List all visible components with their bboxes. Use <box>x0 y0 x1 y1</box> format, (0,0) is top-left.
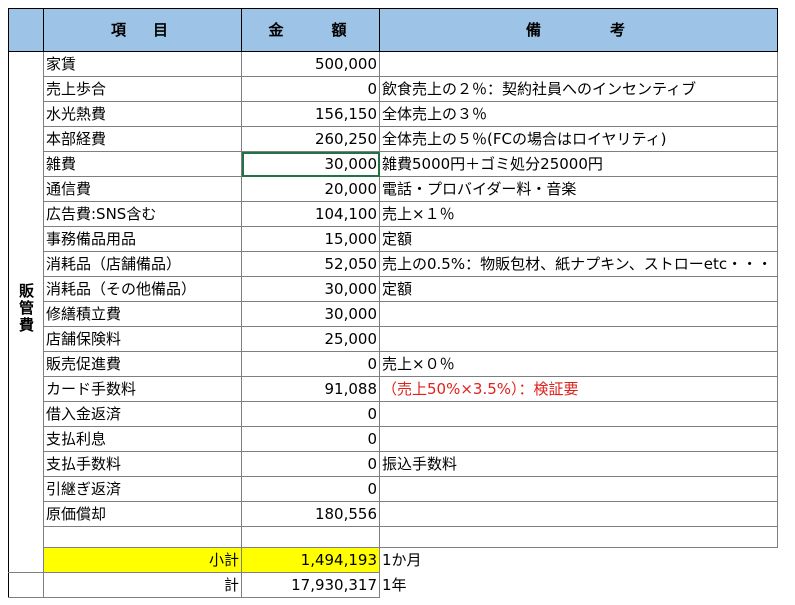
subtotal-row: 小計 1,494,193 1か月 <box>9 547 778 573</box>
item-cell[interactable]: 事務備品用品 <box>43 226 242 252</box>
table-row: 原価償却 180,556 <box>9 501 778 527</box>
subtotal-amount[interactable]: 1,494,193 <box>241 547 380 573</box>
note-cell[interactable] <box>379 476 778 502</box>
empty-row <box>9 526 778 548</box>
header-row: 項 目 金 額 備 考 <box>8 8 778 52</box>
table-row: 消耗品（店舗備品） 52,050 売上の0.5%：物販包材、紙ナプキン、ストロー… <box>9 251 778 277</box>
item-cell[interactable]: 引継ぎ返済 <box>43 476 242 502</box>
amount-cell[interactable]: 52,050 <box>241 251 380 277</box>
amount-cell[interactable]: 30,000 <box>241 276 380 302</box>
total-row: 計 17,930,317 1年 <box>8 572 778 598</box>
item-cell[interactable]: 本部経費 <box>43 126 242 152</box>
note-cell[interactable]: 定額 <box>379 226 778 252</box>
amount-cell[interactable]: 104,100 <box>241 201 380 227</box>
item-cell[interactable]: 水光熱費 <box>43 101 242 127</box>
table-row: 引継ぎ返済 0 <box>9 476 778 502</box>
item-cell[interactable]: 通信費 <box>43 176 242 202</box>
item-cell[interactable]: 広告費:SNS含む <box>43 201 242 227</box>
amount-cell[interactable]: 156,150 <box>241 101 380 127</box>
spreadsheet: 項 目 金 額 備 考 販管費 家賃 500,000 売上歩合 0 飲食売上の２… <box>8 8 778 598</box>
item-cell[interactable]: 販売促進費 <box>43 351 242 377</box>
header-cat-cell[interactable] <box>8 8 44 52</box>
item-cell[interactable]: 原価償却 <box>43 501 242 527</box>
table-row: 事務備品用品 15,000 定額 <box>9 226 778 252</box>
table-row: 消耗品（その他備品） 30,000 定額 <box>9 276 778 302</box>
note-cell[interactable]: 雑費5000円＋ゴミ処分25000円 <box>379 151 778 177</box>
note-cell[interactable]: 売上×１％ <box>379 201 778 227</box>
subtotal-label[interactable]: 小計 <box>43 547 242 573</box>
expense-table: 項 目 金 額 備 考 販管費 家賃 500,000 売上歩合 0 飲食売上の２… <box>8 8 778 598</box>
table-row: 販管費 家賃 500,000 <box>8 51 778 573</box>
table-row: 支払利息 0 <box>9 426 778 452</box>
amount-cell[interactable]: 0 <box>241 351 380 377</box>
amount-cell-empty[interactable] <box>241 526 380 548</box>
amount-cell[interactable]: 15,000 <box>241 226 380 252</box>
item-cell[interactable]: カード手数料 <box>43 376 242 402</box>
amount-cell[interactable]: 0 <box>241 476 380 502</box>
note-cell[interactable] <box>379 51 778 77</box>
amount-cell[interactable]: 180,556 <box>241 501 380 527</box>
header-item[interactable]: 項 目 <box>43 8 242 52</box>
total-note[interactable]: 1年 <box>380 573 778 598</box>
header-note[interactable]: 備 考 <box>379 8 778 52</box>
note-cell[interactable]: 全体売上の３％ <box>379 101 778 127</box>
amount-cell[interactable]: 25,000 <box>241 326 380 352</box>
total-cat-cell[interactable] <box>8 572 44 598</box>
amount-cell[interactable]: 0 <box>241 426 380 452</box>
table-row: 雑費 30,000 雑費5000円＋ゴミ処分25000円 <box>9 151 778 177</box>
note-cell[interactable]: 定額 <box>379 276 778 302</box>
note-cell[interactable]: 全体売上の５％(FCの場合はロイヤリティ) <box>379 126 778 152</box>
amount-cell[interactable]: 20,000 <box>241 176 380 202</box>
header-amount[interactable]: 金 額 <box>241 8 380 52</box>
note-cell-empty[interactable] <box>379 526 778 548</box>
amount-cell[interactable]: 0 <box>241 76 380 102</box>
item-cell[interactable]: 店舗保険料 <box>43 326 242 352</box>
table-row: 通信費 20,000 電話・プロバイダー料・音楽 <box>9 176 778 202</box>
table-body: 販管費 家賃 500,000 売上歩合 0 飲食売上の２％：契約社員へのインセン… <box>8 51 778 598</box>
table-row: カード手数料 91,088 （売上50%×3.5%）：検証要 <box>9 376 778 402</box>
amount-cell[interactable]: 500,000 <box>241 51 380 77</box>
note-cell[interactable] <box>379 426 778 452</box>
amount-cell[interactable]: 91,088 <box>241 376 380 402</box>
table-row: 借入金返済 0 <box>9 401 778 427</box>
table-row: 本部経費 260,250 全体売上の５％(FCの場合はロイヤリティ) <box>9 126 778 152</box>
amount-cell[interactable]: 30,000 <box>241 301 380 327</box>
subtotal-note[interactable]: 1か月 <box>380 548 778 573</box>
note-cell[interactable] <box>379 501 778 527</box>
note-cell-warning[interactable]: （売上50%×3.5%）：検証要 <box>379 376 778 402</box>
table-row: 広告費:SNS含む 104,100 売上×１％ <box>9 201 778 227</box>
category-cell[interactable]: 販管費 <box>8 51 44 573</box>
note-cell[interactable] <box>379 326 778 352</box>
note-cell[interactable] <box>379 401 778 427</box>
amount-cell[interactable]: 0 <box>241 401 380 427</box>
table-row: 売上歩合 0 飲食売上の２％：契約社員へのインセンティブ <box>9 76 778 102</box>
table-row: 販売促進費 0 売上×０％ <box>9 351 778 377</box>
note-cell[interactable]: 売上×０％ <box>379 351 778 377</box>
category-label: 販管費 <box>17 283 35 334</box>
item-cell[interactable]: 家賃 <box>43 51 242 77</box>
note-cell[interactable]: 振込手数料 <box>379 451 778 477</box>
item-cell[interactable]: 雑費 <box>43 151 242 177</box>
total-label[interactable]: 計 <box>43 572 242 598</box>
note-cell[interactable]: 飲食売上の２％：契約社員へのインセンティブ <box>379 76 778 102</box>
note-cell[interactable] <box>379 301 778 327</box>
item-cell[interactable]: 売上歩合 <box>43 76 242 102</box>
item-cell[interactable]: 修繕積立費 <box>43 301 242 327</box>
table-row: 支払手数料 0 振込手数料 <box>9 451 778 477</box>
table-row: 水光熱費 156,150 全体売上の３％ <box>9 101 778 127</box>
amount-cell[interactable]: 260,250 <box>241 126 380 152</box>
note-cell[interactable]: 売上の0.5%：物販包材、紙ナプキン、ストローetc・・・ <box>379 251 778 277</box>
item-cell[interactable]: 消耗品（その他備品） <box>43 276 242 302</box>
amount-cell-selected[interactable]: 30,000 <box>241 151 380 177</box>
item-cell[interactable]: 支払利息 <box>43 426 242 452</box>
item-cell-empty[interactable] <box>43 526 242 548</box>
item-cell[interactable]: 借入金返済 <box>43 401 242 427</box>
item-cell[interactable]: 支払手数料 <box>43 451 242 477</box>
table-row: 店舗保険料 25,000 <box>9 326 778 352</box>
amount-cell[interactable]: 0 <box>241 451 380 477</box>
total-amount[interactable]: 17,930,317 <box>241 572 380 598</box>
note-cell[interactable]: 電話・プロバイダー料・音楽 <box>379 176 778 202</box>
item-cell[interactable]: 消耗品（店舗備品） <box>43 251 242 277</box>
table-row: 修繕積立費 30,000 <box>9 301 778 327</box>
